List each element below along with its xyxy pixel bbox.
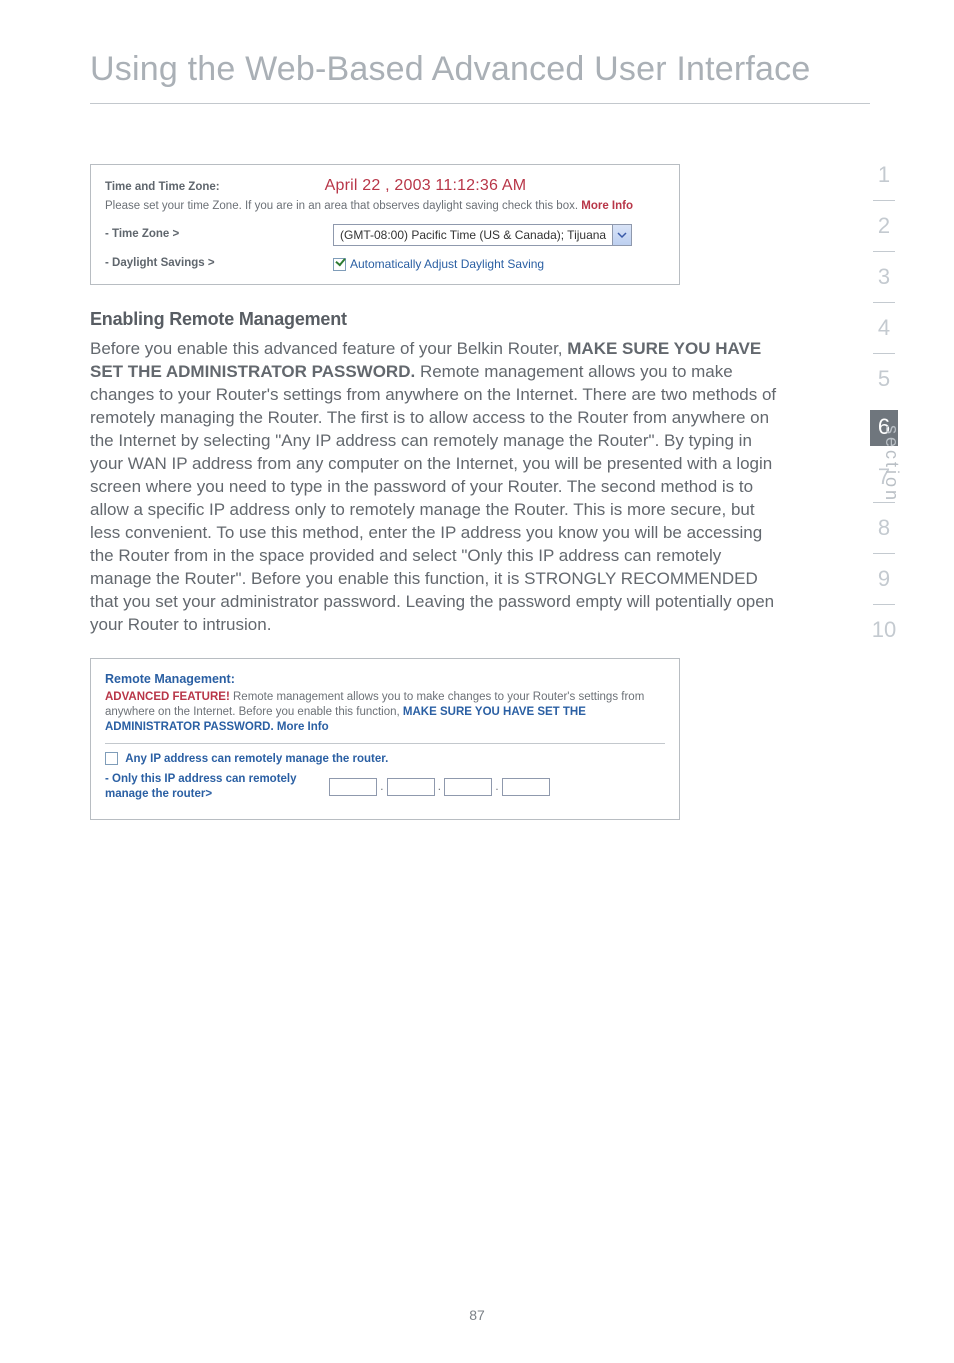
ip-octet-4[interactable] bbox=[502, 778, 550, 796]
rail-item-5[interactable]: 5 bbox=[854, 354, 914, 404]
any-ip-row: Any IP address can remotely manage the r… bbox=[105, 752, 665, 767]
daylight-savings-text: Automatically Adjust Daylight Saving bbox=[350, 256, 544, 272]
title-divider bbox=[90, 103, 870, 104]
section-rail: 1 2 3 4 5 6 7 8 9 10 section bbox=[854, 150, 914, 655]
section-vertical-label: section bbox=[881, 425, 902, 503]
ip-octet-3[interactable] bbox=[444, 778, 492, 796]
time-zone-heading: Time and Time Zone: bbox=[105, 180, 220, 196]
time-zone-label: - Time Zone > bbox=[105, 227, 333, 243]
daylight-savings-checkbox[interactable] bbox=[333, 258, 346, 271]
rail-item-10[interactable]: 10 bbox=[854, 605, 914, 655]
any-ip-label: Any IP address can remotely manage the r… bbox=[125, 753, 388, 765]
rail-item-3[interactable]: 3 bbox=[854, 252, 914, 302]
time-zone-select-value: (GMT-08:00) Pacific Time (US & Canada); … bbox=[334, 225, 612, 245]
advanced-feature-badge: ADVANCED FEATURE! bbox=[105, 691, 230, 703]
ip-octet-2[interactable] bbox=[387, 778, 435, 796]
rail-item-9[interactable]: 9 bbox=[854, 554, 914, 604]
panel-divider bbox=[105, 743, 665, 744]
any-ip-checkbox[interactable] bbox=[105, 752, 118, 765]
body-pre: Before you enable this advanced feature … bbox=[90, 339, 567, 358]
remote-management-panel: Remote Management: ADVANCED FEATURE! Rem… bbox=[90, 658, 680, 820]
daylight-savings-label: - Daylight Savings > bbox=[105, 256, 333, 272]
body-post: Remote management allows you to make cha… bbox=[90, 362, 776, 633]
time-zone-panel: Time and Time Zone: April 22 , 2003 11:1… bbox=[90, 164, 680, 285]
more-info-link[interactable]: More Info bbox=[581, 200, 633, 212]
rail-item-4[interactable]: 4 bbox=[854, 303, 914, 353]
ip-input-group: . . . bbox=[329, 778, 550, 796]
page-title: Using the Web-Based Advanced User Interf… bbox=[90, 50, 954, 89]
page-number: 87 bbox=[0, 1307, 954, 1323]
time-zone-select[interactable]: (GMT-08:00) Pacific Time (US & Canada); … bbox=[333, 224, 632, 246]
remote-management-title: Remote Management: bbox=[105, 671, 665, 687]
chevron-down-icon[interactable] bbox=[612, 225, 631, 245]
ip-octet-1[interactable] bbox=[329, 778, 377, 796]
body-paragraph: Before you enable this advanced feature … bbox=[90, 338, 785, 636]
section-heading: Enabling Remote Management bbox=[90, 309, 954, 330]
remote-management-desc: ADVANCED FEATURE! Remote management allo… bbox=[105, 690, 665, 735]
only-ip-label: - Only this IP address can remotely mana… bbox=[105, 772, 329, 801]
rail-item-8[interactable]: 8 bbox=[854, 503, 914, 553]
rail-item-1[interactable]: 1 bbox=[854, 150, 914, 200]
time-zone-subtext: Please set your time Zone. If you are in… bbox=[105, 199, 665, 215]
current-datetime: April 22 , 2003 11:12:36 AM bbox=[325, 175, 527, 197]
remote-more-info-link[interactable]: More Info bbox=[274, 721, 329, 733]
time-zone-sub-pre: Please set your time Zone. If you are in… bbox=[105, 200, 581, 212]
rail-item-2[interactable]: 2 bbox=[854, 201, 914, 251]
